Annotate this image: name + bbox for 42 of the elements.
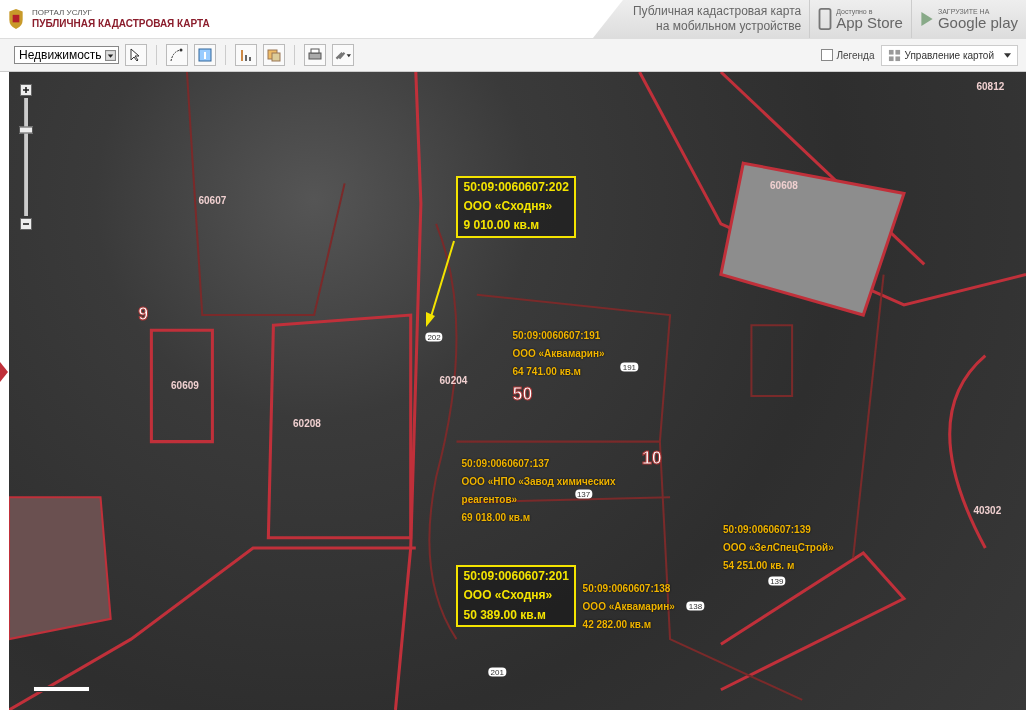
parcel-info-line: 50:09:0060607:191 bbox=[512, 329, 601, 341]
parcel-info-line: 69 018.00 кв.м bbox=[461, 512, 531, 523]
parcel-info-line: 54 251.00 кв. м bbox=[722, 560, 795, 572]
area-number: 60208 bbox=[293, 417, 321, 429]
legend-label: Легенда bbox=[836, 49, 875, 61]
callout-line: 9 010.00 кв.м bbox=[463, 219, 540, 233]
parcel-info-line: реагентов» bbox=[461, 494, 518, 505]
mobile-text: на мобильном устройстве bbox=[656, 19, 802, 34]
area-number: 60812 bbox=[976, 80, 1005, 92]
callout-line: 50:09:0060607:202 bbox=[463, 181, 569, 195]
area-number: 60607 bbox=[198, 194, 227, 206]
parcel-number: 138 bbox=[686, 601, 705, 611]
parcel-info-line: 50:09:0060607:139 bbox=[722, 524, 811, 536]
parcel-info-line: 42 282.00 кв.м bbox=[582, 619, 652, 631]
parcel-info-line: 50:09:0060607:137 bbox=[461, 458, 550, 469]
area-number: 60609 bbox=[171, 379, 199, 391]
map-control-button[interactable]: Управление картой bbox=[880, 44, 1018, 66]
site-title: ПУБЛИЧНАЯ КАДАСТРОВАЯ КАРТА bbox=[32, 17, 210, 29]
mobile-text: Публичная кадастровая карта bbox=[632, 4, 802, 19]
parcel-info-line: ООО «Аквамарин» bbox=[512, 347, 605, 359]
area-number: 60608 bbox=[770, 179, 798, 191]
callout-line: ООО «Сходня» bbox=[463, 589, 553, 603]
portal-label: ПОРТАЛ УСЛУГ bbox=[32, 9, 93, 18]
parcel-info-line: ООО «НПО «Завод химических bbox=[461, 476, 616, 487]
parcel-info-line: ООО «ЗелСпецСтрой» bbox=[722, 542, 834, 554]
callout-line: 50 389.00 кв.м bbox=[463, 608, 546, 622]
parcel-number: 202 bbox=[425, 332, 443, 342]
parcel-info-line: 64 741.00 кв.м bbox=[512, 365, 581, 377]
parcel-info-line: 50:09:0060607:138 bbox=[582, 583, 671, 595]
area-number: 10 bbox=[641, 447, 662, 469]
parcel-number: 137 bbox=[574, 489, 593, 499]
layer-select[interactable]: Недвижимость bbox=[14, 46, 119, 64]
parcel-number: 139 bbox=[768, 576, 786, 586]
callout-line: ООО «Сходня» bbox=[463, 200, 553, 214]
parcel-number: 191 bbox=[620, 362, 639, 372]
area-number: 9 bbox=[138, 303, 149, 325]
parcel-number: 201 bbox=[488, 667, 506, 677]
callout-line: 50:09:0060607:201 bbox=[463, 570, 569, 584]
area-number: 60204 bbox=[439, 374, 468, 386]
parcel-info-line: ООО «Аквамарин» bbox=[582, 601, 675, 613]
area-number: 40302 bbox=[973, 504, 1002, 516]
area-number: 50 bbox=[512, 383, 533, 405]
